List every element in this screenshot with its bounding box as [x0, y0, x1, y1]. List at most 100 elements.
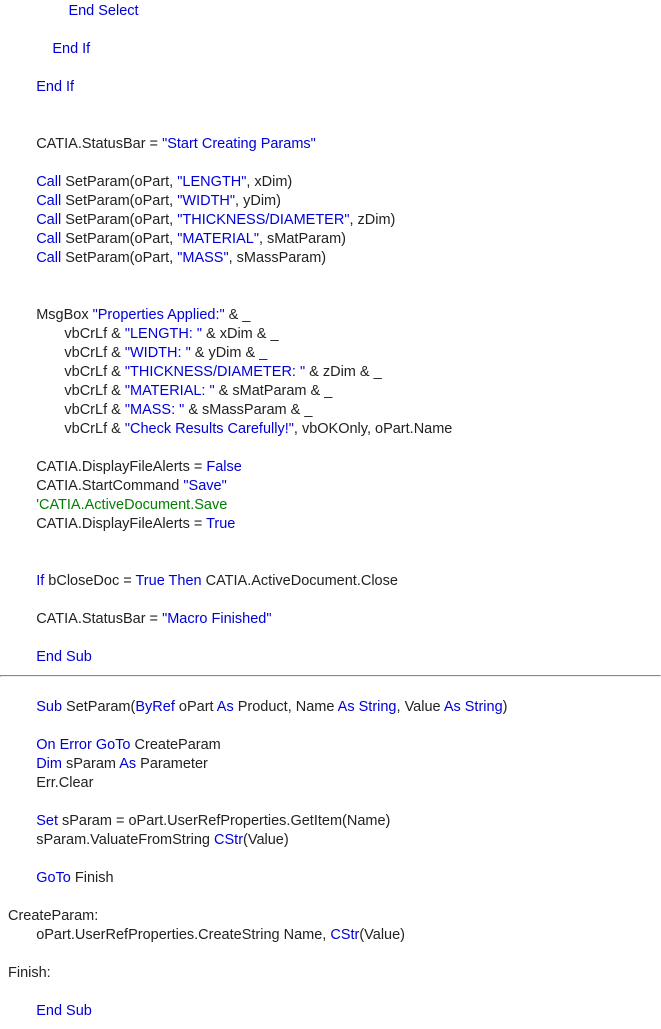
code-line	[8, 155, 12, 171]
code-line	[8, 984, 12, 1000]
code-line	[8, 98, 12, 114]
string-literal: "Check Results Carefully!"	[125, 421, 294, 437]
keyword: False	[206, 459, 241, 475]
keyword: CStr	[214, 832, 243, 848]
code-text: SetParam(oPart,	[61, 231, 177, 247]
code-line	[8, 60, 12, 76]
string-literal: "Save"	[183, 478, 226, 494]
code-line	[8, 592, 12, 608]
string-literal: "LENGTH"	[177, 174, 246, 190]
code-line: vbCrLf &	[8, 326, 125, 342]
code-line	[8, 79, 36, 95]
code-line: CATIA.StatusBar =	[8, 611, 162, 627]
code-text: , yDim)	[235, 193, 281, 209]
code-line	[8, 535, 12, 551]
code-line	[8, 680, 12, 696]
keyword: Call	[36, 250, 61, 266]
code-line	[8, 288, 12, 304]
code-text: Product, Name	[234, 699, 338, 715]
code-line: vbCrLf &	[8, 345, 125, 361]
code-line	[8, 3, 68, 19]
code-line	[8, 794, 12, 810]
code-text: )	[503, 699, 508, 715]
code-text: bCloseDoc =	[44, 573, 135, 589]
code-text: SetParam(oPart,	[61, 250, 177, 266]
code-line: CATIA.StartCommand	[8, 478, 183, 494]
code-line: vbCrLf &	[8, 364, 125, 380]
code-text: & zDim & _	[305, 364, 382, 380]
string-literal: "MATERIAL"	[177, 231, 259, 247]
code-text: Parameter	[136, 756, 208, 772]
code-line	[8, 851, 12, 867]
string-literal: "LENGTH: "	[125, 326, 202, 342]
keyword: Call	[36, 212, 61, 228]
string-literal: "THICKNESS/DIAMETER: "	[125, 364, 305, 380]
code-line	[8, 174, 36, 190]
code-text: sParam	[62, 756, 119, 772]
keyword: Call	[36, 231, 61, 247]
keyword: True	[206, 516, 235, 532]
code-line: Finish:	[8, 965, 51, 981]
string-literal: "MASS"	[177, 250, 228, 266]
code-line	[8, 117, 12, 133]
code-text: & sMatParam & _	[215, 383, 333, 399]
keyword: As String	[444, 699, 503, 715]
keyword: As String	[338, 699, 397, 715]
keyword: Sub	[36, 699, 62, 715]
code-line	[8, 649, 36, 665]
code-line	[8, 630, 12, 646]
keyword: ByRef	[135, 699, 175, 715]
code-text: & xDim & _	[202, 326, 279, 342]
code-text: , xDim)	[246, 174, 292, 190]
keyword: As	[217, 699, 234, 715]
code-line	[8, 22, 12, 38]
code-line	[8, 946, 12, 962]
code-text: (Value)	[359, 927, 405, 943]
code-line	[8, 269, 12, 285]
keyword: End Sub	[36, 649, 92, 665]
code-line: CreateParam:	[8, 908, 98, 924]
code-text: & _	[225, 307, 251, 323]
keyword: CStr	[330, 927, 359, 943]
code-line	[8, 813, 36, 829]
comment: 'CATIA.ActiveDocument.Save	[36, 497, 227, 513]
code-line	[8, 889, 12, 905]
code-line: CATIA.StatusBar =	[8, 136, 162, 152]
code-line	[8, 1003, 36, 1019]
keyword: As	[119, 756, 136, 772]
code-text: SetParam(oPart,	[61, 174, 177, 190]
code-line: sParam.ValuateFromString	[8, 832, 214, 848]
keyword: True Then	[135, 573, 201, 589]
keyword: GoTo	[36, 870, 71, 886]
code-line	[8, 737, 36, 753]
code-line	[8, 212, 36, 228]
code-line	[8, 231, 36, 247]
code-line	[8, 718, 12, 734]
keyword: On Error GoTo	[36, 737, 130, 753]
code-line	[8, 573, 36, 589]
code-line	[8, 497, 36, 513]
keyword: Set	[36, 813, 58, 829]
string-literal: "Macro Finished"	[162, 611, 271, 627]
string-literal: "THICKNESS/DIAMETER"	[177, 212, 349, 228]
code-text: , Value	[397, 699, 444, 715]
code-text: oPart	[175, 699, 217, 715]
string-literal: "MASS: "	[125, 402, 184, 418]
code-text: & sMassParam & _	[184, 402, 312, 418]
code-line	[8, 699, 36, 715]
code-text: , vbOKOnly, oPart.Name	[294, 421, 452, 437]
string-literal: "WIDTH: "	[125, 345, 191, 361]
code-text: SetParam(	[62, 699, 135, 715]
code-text: & yDim & _	[191, 345, 268, 361]
keyword: End Select	[68, 3, 138, 19]
code-line: MsgBox	[8, 307, 93, 323]
keyword: End Sub	[36, 1003, 92, 1019]
code-line	[8, 440, 12, 456]
code-line: CATIA.DisplayFileAlerts =	[8, 459, 206, 475]
keyword: Dim	[36, 756, 62, 772]
string-literal: "Properties Applied:"	[93, 307, 225, 323]
code-text: Finish	[71, 870, 114, 886]
code-text: CreateParam	[130, 737, 220, 753]
code-text: sParam = oPart.UserRefProperties.GetItem…	[58, 813, 390, 829]
code-line: vbCrLf &	[8, 402, 125, 418]
